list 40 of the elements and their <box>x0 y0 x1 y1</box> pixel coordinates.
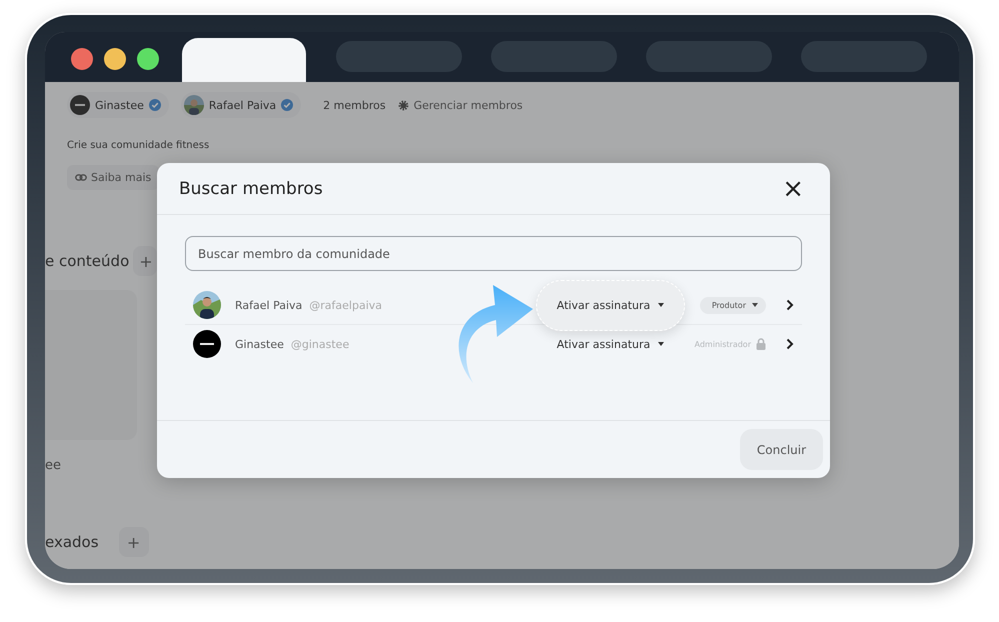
member-name: Rafael Paiva <box>235 298 302 312</box>
chevron-right-icon[interactable] <box>786 299 794 311</box>
section-heading: exados <box>45 533 99 551</box>
logo-icon <box>193 330 221 358</box>
logo-icon <box>70 95 90 115</box>
done-button[interactable]: Concluir <box>740 429 823 470</box>
section-label: ee <box>45 458 62 473</box>
gear-icon <box>398 100 409 110</box>
browser-tab[interactable] <box>182 38 306 83</box>
member-chip[interactable]: Ginastee <box>67 92 169 118</box>
community-tagline: Crie sua comunidade fitness <box>67 140 210 151</box>
member-count: 2 membros <box>323 98 386 112</box>
verified-icon <box>148 99 161 111</box>
subscription-dropdown[interactable]: Ativar assinatura <box>556 338 664 350</box>
close-window-icon[interactable] <box>71 48 93 70</box>
dialog-title: Buscar membros <box>179 178 323 198</box>
manage-members-link[interactable]: Gerenciar membros <box>398 98 523 112</box>
minimize-window-icon[interactable] <box>104 48 126 70</box>
link-icon <box>75 174 87 181</box>
caret-icon <box>658 342 664 346</box>
member-name: Rafael Paiva <box>208 98 276 112</box>
role-dropdown[interactable]: Produtor <box>700 296 766 314</box>
member-name: Ginastee <box>235 338 284 350</box>
member-handle: @ginastee <box>290 338 350 350</box>
maximize-window-icon[interactable] <box>137 48 159 70</box>
section-heading: e conteúdo <box>45 252 130 270</box>
verified-icon <box>281 99 294 111</box>
subscription-dropdown[interactable]: Ativar assinatura <box>536 280 686 330</box>
caret-icon <box>752 303 758 307</box>
add-button[interactable]: + <box>133 246 158 276</box>
add-button[interactable]: + <box>118 527 149 557</box>
learn-more-button[interactable]: Saiba mais <box>67 165 160 190</box>
member-handle: @rafaelpaiva <box>309 298 382 312</box>
close-button[interactable]: × <box>778 176 808 202</box>
chevron-right-icon[interactable] <box>786 338 794 350</box>
search-field[interactable]: Buscar membro da comunidade <box>185 236 802 271</box>
caret-icon <box>658 303 664 307</box>
member-chip[interactable]: Rafael Paiva <box>180 92 302 118</box>
member-role: Administrador <box>694 340 751 348</box>
member-name: Ginastee <box>95 98 144 112</box>
